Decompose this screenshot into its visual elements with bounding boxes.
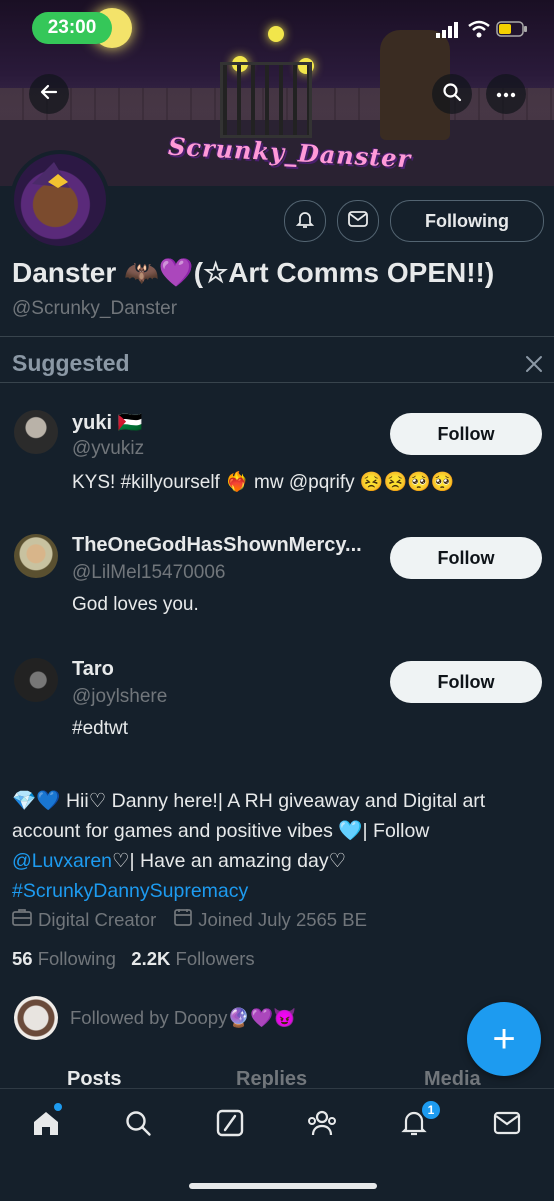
banner-lamp — [268, 26, 284, 42]
unread-dot — [54, 1103, 62, 1111]
close-icon — [524, 356, 544, 378]
tab-replies[interactable]: Replies — [236, 1068, 307, 1090]
notification-badge: 1 — [422, 1101, 440, 1119]
people-icon — [306, 1109, 338, 1142]
avatar[interactable] — [14, 410, 58, 454]
status-time: 23:00 — [32, 12, 112, 44]
divider — [0, 336, 554, 337]
suggested-title: Suggested — [12, 350, 130, 376]
more-button[interactable] — [486, 74, 526, 114]
suggested-item[interactable]: yuki 🇵🇸 @yvukiz KYS! #killyourself ❤️‍🔥 … — [0, 408, 554, 508]
tab-posts[interactable]: Posts — [67, 1068, 121, 1090]
close-suggested-button[interactable] — [524, 354, 544, 379]
home-indicator[interactable] — [189, 1183, 377, 1189]
joined-date: Joined July 2565 BE — [198, 908, 367, 930]
display-name: Danster 🦇💜(☆Art Comms OPEN!!) — [12, 257, 495, 288]
nav-home[interactable] — [26, 1103, 66, 1145]
following-button[interactable]: Following — [390, 200, 544, 242]
suggested-name[interactable]: yuki 🇵🇸 — [72, 410, 142, 435]
nav-grok[interactable] — [210, 1105, 250, 1145]
bio-mention-link[interactable]: @Luvxaren — [12, 850, 112, 872]
grok-icon — [216, 1109, 244, 1142]
battery-icon — [496, 21, 528, 42]
follow-button[interactable]: Follow — [390, 537, 542, 579]
nav-search[interactable] — [118, 1105, 158, 1145]
nav-messages[interactable] — [487, 1105, 527, 1145]
bell-plus-icon — [295, 209, 315, 234]
divider — [0, 382, 554, 383]
mail-icon — [348, 210, 368, 232]
more-dots-icon — [496, 85, 516, 103]
profile-avatar[interactable] — [10, 150, 110, 250]
profile-category: Digital Creator — [38, 908, 157, 930]
nav-communities[interactable] — [302, 1105, 342, 1145]
arrow-left-icon — [39, 82, 59, 107]
nav-notifications[interactable]: 1 — [394, 1101, 440, 1145]
suggested-handle: @joylshere — [72, 686, 168, 707]
suggested-item[interactable]: Taro @joylshere #edtwt Follow — [0, 658, 554, 748]
back-button[interactable] — [29, 74, 69, 114]
search-icon — [124, 1109, 152, 1142]
follow-stats: 56 Following 2.2K Followers — [12, 948, 255, 970]
follow-button[interactable]: Follow — [390, 661, 542, 703]
followed-by[interactable]: Followed by Doopy🔮💜😈 — [14, 996, 296, 1040]
followers-stat-link[interactable]: 2.2K Followers — [131, 948, 254, 969]
home-icon — [31, 1109, 61, 1142]
search-icon — [442, 82, 462, 107]
bio-text: 💎💙 Hii♡ Danny here!| A RH giveaway and D… — [12, 790, 486, 842]
bio-hashtag-link[interactable]: #ScrunkyDannySupremacy — [12, 880, 248, 902]
notify-button[interactable] — [284, 200, 326, 242]
message-button[interactable] — [337, 200, 379, 242]
follow-button[interactable]: Follow — [390, 413, 542, 455]
mail-icon — [493, 1111, 521, 1140]
calendar-icon — [174, 908, 193, 931]
search-button[interactable] — [432, 74, 472, 114]
suggested-name[interactable]: Taro — [72, 658, 114, 681]
briefcase-icon — [12, 908, 32, 931]
suggested-handle: @yvukiz — [72, 438, 145, 459]
compose-button[interactable]: + — [467, 1002, 541, 1076]
wifi-icon — [468, 20, 490, 43]
tab-media[interactable]: Media — [424, 1068, 481, 1090]
bio-text: ♡| Have an amazing day♡ — [112, 850, 347, 872]
suggested-bio: #edtwt — [72, 718, 128, 739]
banner-gate — [220, 62, 312, 138]
suggested-bio: KYS! #killyourself ❤️‍🔥 mw @pqrify 😣😣🥺🥺 — [72, 472, 455, 493]
profile-bio: 💎💙 Hii♡ Danny here!| A RH giveaway and D… — [12, 786, 542, 906]
following-stat-link[interactable]: 56 Following — [12, 948, 116, 969]
profile-tabs: Posts Replies Media — [0, 1066, 554, 1090]
suggested-bio: God loves you. — [72, 594, 199, 615]
profile-meta: Digital Creator Joined July 2565 BE — [12, 908, 367, 931]
suggested-item[interactable]: TheOneGodHasShownMercy... @LilMel1547000… — [0, 534, 554, 624]
profile-handle: @Scrunky_Danster — [12, 298, 178, 319]
avatar[interactable] — [14, 534, 58, 578]
avatar[interactable] — [14, 658, 58, 702]
followed-by-text: Followed by Doopy🔮💜😈 — [70, 1007, 297, 1028]
suggested-handle: @LilMel15470006 — [72, 562, 226, 583]
signal-icon — [436, 22, 460, 43]
suggested-name[interactable]: TheOneGodHasShownMercy... — [72, 534, 362, 557]
avatar — [14, 996, 58, 1040]
